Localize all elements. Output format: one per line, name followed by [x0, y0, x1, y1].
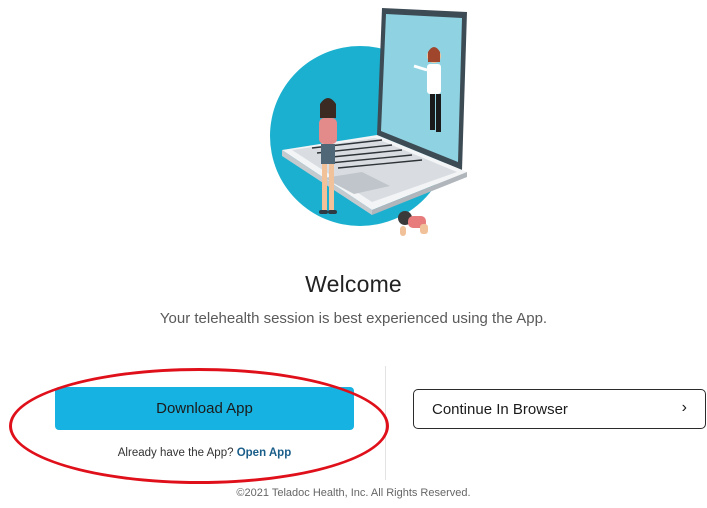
telehealth-illustration — [262, 0, 484, 240]
continue-in-browser-button[interactable]: Continue In Browser › — [413, 389, 706, 429]
welcome-subtitle: Your telehealth session is best experien… — [159, 310, 548, 327]
vertical-divider — [385, 366, 386, 480]
open-app-link[interactable]: Open App — [237, 447, 292, 459]
welcome-title: Welcome — [305, 271, 402, 297]
copyright-footer: ©2021 Teladoc Health, Inc. All Rights Re… — [236, 487, 471, 499]
continue-in-browser-label: Continue In Browser — [432, 400, 568, 418]
already-have-app-line: Already have the App? Open App — [55, 447, 354, 459]
download-app-button[interactable]: Download App — [55, 387, 354, 430]
welcome-page: Welcome Your telehealth session is best … — [0, 0, 707, 508]
chevron-right-icon: › — [681, 399, 687, 416]
already-have-app-text: Already have the App? — [117, 447, 234, 459]
